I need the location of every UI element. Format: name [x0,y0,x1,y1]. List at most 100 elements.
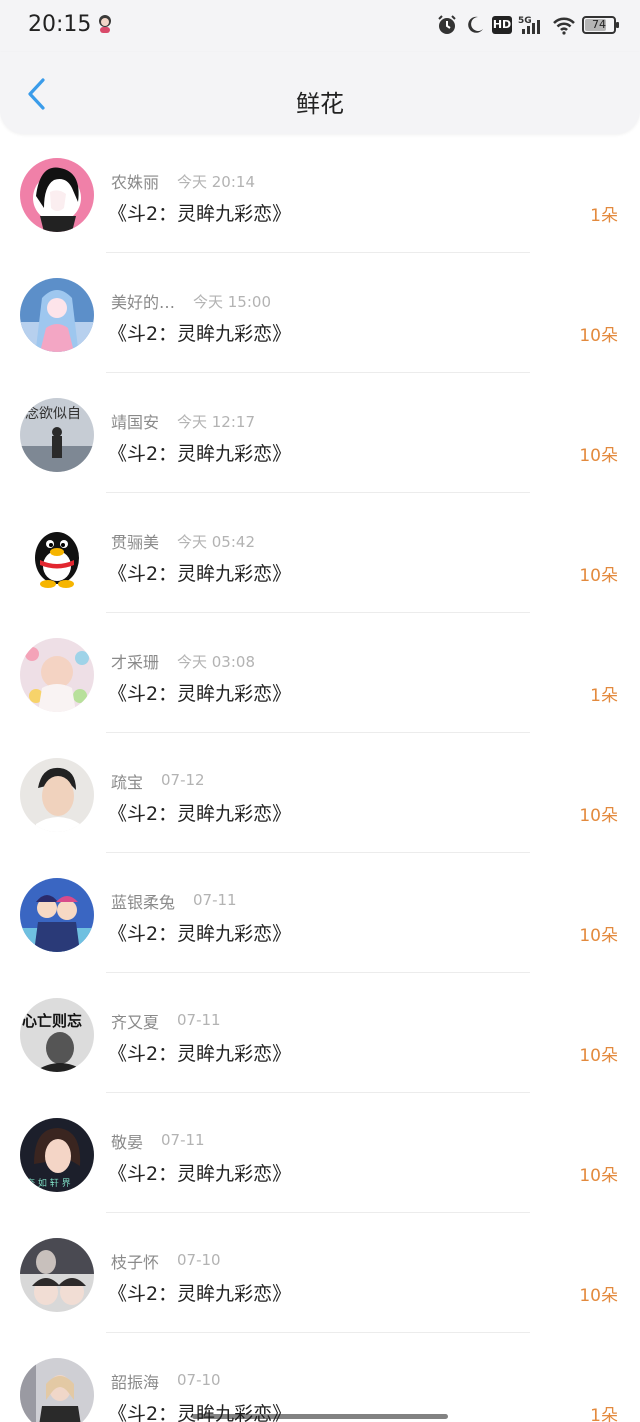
flower-gift-list: 农姝丽 今天 20:14 《斗2：灵眸九彩恋》 1朵 美好的… 今天 15:00… [0,134,640,1422]
user-name: 才采珊 [111,653,160,672]
avatar-image: 念欲似自 [20,398,94,472]
timestamp: 今天 15:00 [193,293,271,311]
hd-icon: HD [492,16,512,34]
book-title: 《斗2：灵眸九彩恋》 [108,323,292,345]
avatar[interactable] [20,1358,94,1422]
notification-avatar-icon [99,15,111,33]
status-bar: 20:15 HD 5G 74 [0,0,640,52]
user-name: 美好的… [111,293,176,312]
user-name: 韶振海 [111,1373,160,1392]
avatar-image [20,878,94,952]
user-name: 齐又夏 [111,1013,160,1032]
book-title: 《斗2：灵眸九彩恋》 [108,1283,292,1305]
timestamp: 07-11 [177,1011,221,1029]
avatar-image [20,638,94,712]
timestamp: 07-12 [161,771,205,789]
svg-text:5G: 5G [518,16,532,26]
book-title: 《斗2：灵眸九彩恋》 [108,1043,292,1065]
user-name: 敬晏 [111,1133,144,1152]
avatar-image [20,1358,94,1422]
avatar[interactable]: 奈 如 轩 界 [20,1118,94,1192]
flower-count: 10朵 [579,446,618,466]
avatar-image [20,518,94,592]
flower-count: 10朵 [579,806,618,826]
home-indicator[interactable] [192,1414,448,1419]
timestamp: 07-11 [161,1131,205,1149]
divider [106,492,530,493]
list-item[interactable]: 才采珊 今天 03:08 《斗2：灵眸九彩恋》 1朵 [0,614,640,734]
divider [106,1092,530,1093]
avatar[interactable] [20,278,94,352]
list-item[interactable]: 蓝银柔兔 07-11 《斗2：灵眸九彩恋》 10朵 [0,854,640,974]
5g-signal-icon: 5G [518,16,540,34]
user-name: 疏宝 [111,773,144,792]
avatar-image [20,1238,94,1312]
divider [106,1332,530,1333]
avatar-image: 心亡则忘 [20,998,94,1072]
svg-text:心亡则忘: 心亡则忘 [22,1012,82,1030]
divider [106,612,530,613]
flower-count: 10朵 [579,1286,618,1306]
book-title: 《斗2：灵眸九彩恋》 [108,443,292,465]
avatar[interactable] [20,1238,94,1312]
timestamp: 07-10 [177,1251,221,1269]
user-name: 贯骊美 [111,533,160,552]
nav-bar: 鲜花 [0,52,640,134]
flower-count: 10朵 [579,1166,618,1186]
list-item[interactable]: 奈 如 轩 界 敬晏 07-11 《斗2：灵眸九彩恋》 10朵 [0,1094,640,1214]
avatar[interactable] [20,518,94,592]
list-item[interactable]: 疏宝 07-12 《斗2：灵眸九彩恋》 10朵 [0,734,640,854]
book-title: 《斗2：灵眸九彩恋》 [108,563,292,585]
status-icons: HD 5G 74 [436,14,619,36]
avatar[interactable] [20,758,94,832]
book-title: 《斗2：灵眸九彩恋》 [108,923,292,945]
book-title: 《斗2：灵眸九彩恋》 [108,203,292,225]
list-item[interactable]: 枝子怀 07-10 《斗2：灵眸九彩恋》 10朵 [0,1214,640,1334]
avatar-image: 奈 如 轩 界 [20,1118,94,1192]
battery-level: 74 [592,18,606,31]
timestamp: 今天 05:42 [177,533,255,551]
avatar[interactable]: 念欲似自 [20,398,94,472]
status-time: 20:15 [28,12,92,37]
avatar[interactable] [20,158,94,232]
divider [106,732,530,733]
avatar[interactable] [20,638,94,712]
moon-icon [468,16,483,33]
divider [106,372,530,373]
list-item[interactable]: 贯骊美 今天 05:42 《斗2：灵眸九彩恋》 10朵 [0,494,640,614]
list-item[interactable]: 农姝丽 今天 20:14 《斗2：灵眸九彩恋》 1朵 [0,134,640,254]
divider [106,972,530,973]
svg-text:念欲似自: 念欲似自 [25,405,81,422]
wifi-icon [553,17,575,35]
avatar-image [20,158,94,232]
book-title: 《斗2：灵眸九彩恋》 [108,683,292,705]
flower-count: 10朵 [579,566,618,586]
flower-count: 1朵 [590,686,618,706]
list-item[interactable]: 心亡则忘 齐又夏 07-11 《斗2：灵眸九彩恋》 10朵 [0,974,640,1094]
flower-count: 10朵 [579,926,618,946]
flower-count: 10朵 [579,326,618,346]
book-title: 《斗2：灵眸九彩恋》 [108,803,292,825]
user-name: 蓝银柔兔 [111,893,176,912]
avatar-image [20,278,94,352]
list-item[interactable]: 美好的… 今天 15:00 《斗2：灵眸九彩恋》 10朵 [0,254,640,374]
svg-text:奈 如 轩 界: 奈 如 轩 界 [26,1177,71,1189]
user-name: 枝子怀 [111,1253,160,1272]
divider [106,1212,530,1213]
timestamp: 今天 03:08 [177,653,255,671]
page-title: 鲜花 [296,90,344,118]
battery-icon: 74 [582,16,619,34]
flower-count: 1朵 [590,206,618,226]
list-item[interactable]: 念欲似自 靖国安 今天 12:17 《斗2：灵眸九彩恋》 10朵 [0,374,640,494]
list-item[interactable]: 韶振海 07-10 《斗2：灵眸九彩恋》 1朵 [0,1334,640,1422]
avatar-image [20,758,94,832]
user-name: 靖国安 [111,413,160,432]
avatar[interactable] [20,878,94,952]
flower-count: 10朵 [579,1046,618,1066]
timestamp: 今天 12:17 [177,413,255,431]
divider [106,852,530,853]
timestamp: 07-11 [193,891,237,909]
timestamp: 今天 20:14 [177,173,255,191]
avatar[interactable]: 心亡则忘 [20,998,94,1072]
user-name: 农姝丽 [111,173,160,192]
